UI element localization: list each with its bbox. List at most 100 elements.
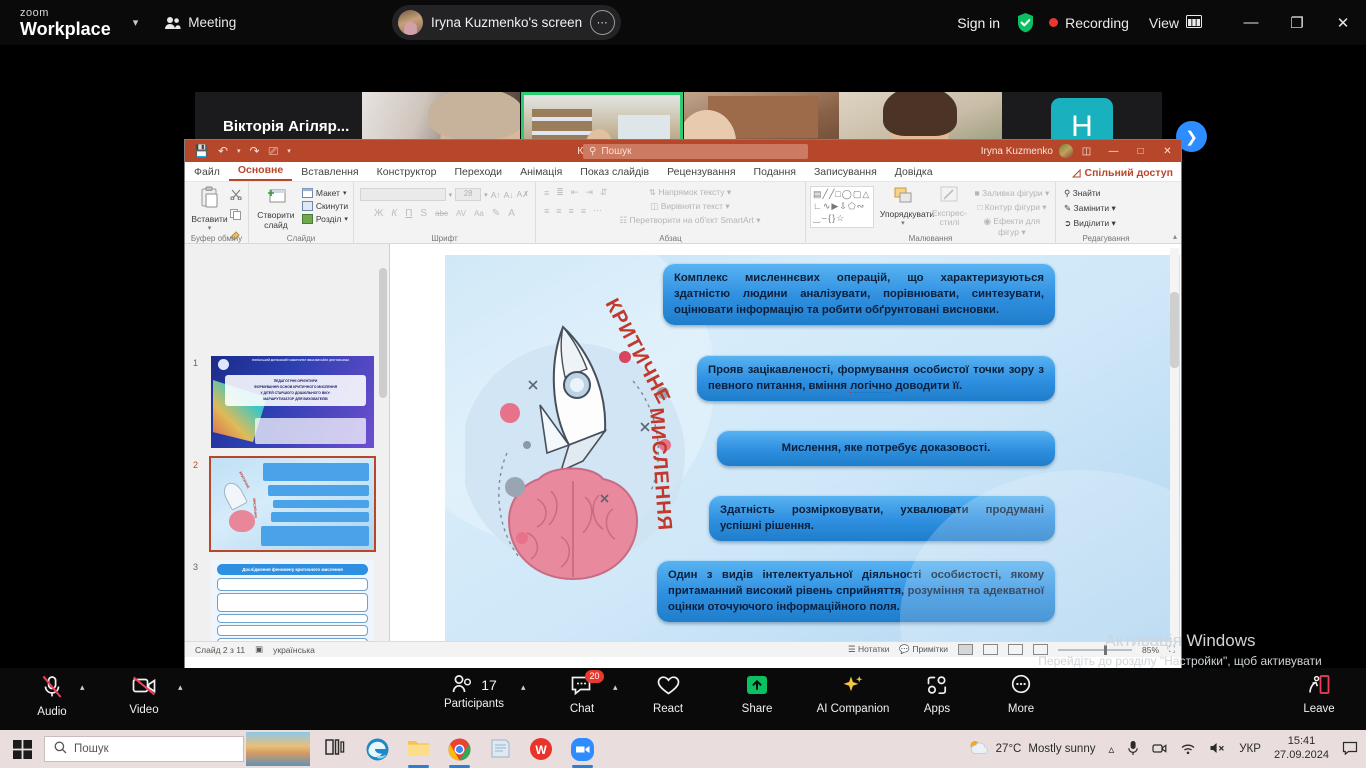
wifi-icon[interactable] [1180, 741, 1196, 758]
rounded-rect-icon[interactable]: ▢ [853, 189, 862, 200]
italic-button[interactable]: К [391, 208, 397, 219]
find-button[interactable]: ⚲ Знайти [1064, 188, 1156, 199]
weather-widget-thumbnail[interactable] [246, 732, 310, 766]
chat-button[interactable]: 20 Chat [552, 670, 612, 715]
underline-button[interactable]: П [405, 208, 412, 219]
scribble-shape-icon[interactable]: ∾ [857, 201, 865, 212]
tab-view[interactable]: Подання [745, 166, 805, 181]
character-spacing-button[interactable]: AV [456, 209, 466, 218]
tab-slideshow[interactable]: Показ слайдів [571, 166, 658, 181]
font-color-icon[interactable]: A [508, 208, 515, 219]
tab-help[interactable]: Довідка [886, 166, 942, 181]
brace-left-icon[interactable]: { [828, 213, 831, 224]
task-view-icon[interactable] [324, 737, 349, 762]
numbering-icon[interactable]: ≣ [556, 187, 564, 198]
notepad-icon[interactable] [488, 737, 513, 762]
rectangle-shape-icon[interactable]: □ [835, 189, 840, 200]
align-center-icon[interactable]: ≡ [556, 206, 561, 216]
minimize-button[interactable]: — [1228, 14, 1274, 31]
audio-options-chevron-icon[interactable]: ▴ [80, 682, 85, 693]
tab-insert[interactable]: Вставлення [292, 166, 367, 181]
paste-button-label[interactable]: Вставити [191, 214, 227, 224]
slide-bubble-5[interactable]: Один з видів інтелектуальної діяльності … [657, 560, 1055, 623]
slide-sorter-view-button[interactable] [983, 644, 999, 655]
zoom-icon[interactable] [570, 737, 595, 768]
align-text-button[interactable]: ◫ Вирівняти текст ▾ [619, 201, 760, 212]
ribbon-display-options-icon[interactable]: ◫ [1073, 146, 1100, 157]
fit-to-window-icon[interactable]: ⛶ [1169, 644, 1175, 655]
edge-icon[interactable] [365, 737, 390, 762]
reading-view-button[interactable] [1008, 644, 1024, 655]
collapse-ribbon-icon[interactable]: ▴ [1173, 232, 1177, 241]
share-button[interactable]: ◿ Спільний доступ [1072, 167, 1173, 179]
replace-button[interactable]: ✎ Замінити ▾ [1064, 203, 1156, 214]
shared-screen-pill[interactable]: Iryna Kuzmenko's screen ⋯ [392, 5, 622, 40]
increase-indent-icon[interactable]: ⇥ [585, 187, 593, 198]
section-button[interactable]: Розділ ▾ [301, 214, 348, 224]
language-indicator[interactable]: українська [273, 645, 315, 655]
quick-styles-button-label[interactable]: Експрес-стилі [932, 209, 967, 227]
audio-button[interactable]: Audio [28, 674, 76, 718]
font-size-input[interactable]: 28 [455, 188, 482, 201]
leave-button[interactable]: Leave [1290, 674, 1348, 715]
corner-shape-icon[interactable]: ∟ [813, 201, 822, 212]
tab-design[interactable]: Конструктор [368, 166, 446, 181]
slide-thumbnail-2[interactable]: КРИТИЧНЕ МИСЛЕННЯ [209, 456, 376, 552]
grow-font-icon[interactable]: A↑ [491, 190, 501, 200]
tab-transitions[interactable]: Переходи [445, 166, 511, 181]
sign-in-button[interactable]: Sign in [957, 15, 1000, 31]
oval-shape-icon[interactable]: ◯ [842, 189, 852, 200]
camera-icon[interactable] [1152, 741, 1167, 758]
bold-button[interactable]: Ж [374, 208, 383, 219]
weather-widget[interactable]: 27°C Mostly sunny [968, 738, 1095, 760]
align-left-icon[interactable]: ≡ [544, 206, 549, 216]
wps-icon[interactable]: W [529, 737, 554, 762]
windows-start-icon[interactable] [0, 739, 44, 759]
brace-right-icon[interactable]: } [832, 213, 835, 224]
down-arrow-shape-icon[interactable]: ⇩ [839, 201, 847, 212]
chevron-down-icon[interactable]: ▾ [880, 219, 926, 227]
cut-icon[interactable] [230, 187, 242, 205]
current-slide[interactable]: КРИТИЧНЕ МИСЛЕННЯ Комплекс мисленнєвих о… [445, 255, 1180, 650]
video-options-chevron-icon[interactable]: ▴ [178, 682, 183, 693]
chevron-down-icon[interactable]: ▾ [191, 224, 227, 232]
reset-button[interactable]: Скинути [301, 201, 348, 211]
slide-bubble-3[interactable]: Мислення, яке потребує доказовості. [717, 430, 1055, 467]
chevron-up-icon[interactable]: ▵ [1108, 742, 1114, 756]
shapes-gallery[interactable]: ▤ ╱ ╱ □ ◯ ▢ △ ∟ ∿ ▶ ⇩ ⬠ ∾ ‿ ⌣{} ☆ [810, 186, 874, 228]
convert-smartart-button[interactable]: ☷ Перетворити на об'єкт SmartArt ▾ [619, 215, 760, 226]
chevron-shape-icon[interactable]: ▶ [831, 201, 838, 212]
zoom-level[interactable]: 85% [1142, 645, 1159, 655]
slideshow-button[interactable] [1033, 644, 1049, 655]
microphone-icon[interactable] [1127, 740, 1139, 759]
apps-button[interactable]: Apps [908, 674, 966, 715]
tab-home[interactable]: Основне [228, 164, 293, 181]
zigzag-shape-icon[interactable]: ∿ [823, 201, 831, 212]
search-input[interactable]: Пошук [44, 736, 244, 762]
file-explorer-icon[interactable] [406, 737, 431, 768]
search-input[interactable]: ⚲ Пошук [583, 144, 808, 159]
arrange-button-label[interactable]: Упорядкувати [880, 209, 934, 219]
participants-chevron-icon[interactable]: ▴ [521, 682, 526, 693]
tab-file[interactable]: Файл [185, 166, 229, 181]
new-slide-button-label[interactable]: Створити слайд [254, 210, 298, 230]
view-button[interactable]: View [1149, 14, 1202, 31]
scrollbar-thumb[interactable] [1170, 292, 1179, 368]
justify-icon[interactable]: ≡ [581, 206, 586, 216]
bullets-icon[interactable]: ≡ [544, 188, 549, 198]
arrow-shape-icon[interactable]: ╱ [829, 189, 834, 200]
copy-icon[interactable] [229, 207, 242, 225]
close-button[interactable]: ✕ [1154, 146, 1181, 157]
normal-view-button[interactable] [958, 644, 974, 655]
restore-button[interactable]: □ [1127, 146, 1154, 157]
thumbnail-scrollbar[interactable] [379, 246, 387, 643]
chat-chevron-icon[interactable]: ▴ [613, 682, 618, 693]
comments-button[interactable]: 💬 Примітки [899, 644, 948, 655]
share-screen-button[interactable]: Share [728, 674, 786, 715]
volume-muted-icon[interactable] [1209, 741, 1226, 758]
scrollbar-thumb[interactable] [379, 268, 387, 398]
line-shape-icon[interactable]: ╱ [823, 189, 828, 200]
taskbar-clock[interactable]: 15:41 27.09.2024 [1274, 735, 1329, 763]
account-chip[interactable]: Iryna Kuzmenko [981, 144, 1073, 158]
shield-check-icon[interactable] [1016, 12, 1035, 33]
